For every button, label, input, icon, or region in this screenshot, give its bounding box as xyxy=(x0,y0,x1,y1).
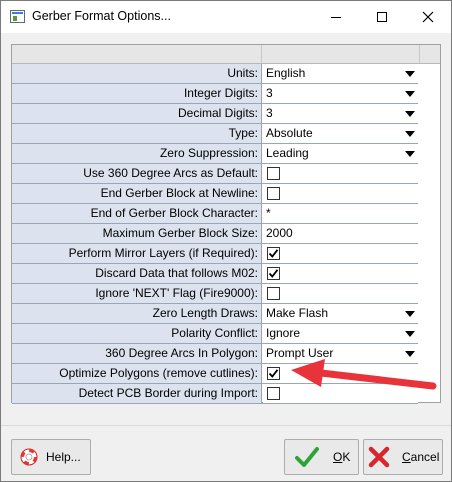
dialog-window: Gerber Format Options... Units: English In… xyxy=(0,0,452,482)
checkmark-icon xyxy=(268,249,279,258)
option-dropdown[interactable]: 3 xyxy=(263,104,418,123)
checkmark-icon xyxy=(268,269,279,278)
option-dropdown[interactable]: Make Flash xyxy=(263,304,418,323)
option-label: Use 360 Degree Arcs as Default: xyxy=(12,164,262,183)
option-label: Zero Suppression: xyxy=(12,144,262,163)
close-icon xyxy=(422,11,434,23)
option-checkbox-cell[interactable] xyxy=(263,264,418,283)
option-row: Integer Digits: 3 xyxy=(12,84,418,104)
red-x-icon xyxy=(368,446,390,468)
option-label: Zero Length Draws: xyxy=(12,304,262,323)
maximize-icon xyxy=(377,12,387,22)
option-dropdown-value: 3 xyxy=(266,86,273,100)
help-button-label: Help... xyxy=(46,450,81,464)
option-label: Integer Digits: xyxy=(12,84,262,103)
button-bar: Help... OK Cancel xyxy=(1,425,451,481)
checkmark-icon xyxy=(268,369,279,378)
option-label: 360 Degree Arcs In Polygon: xyxy=(12,344,262,363)
lifebuoy-icon xyxy=(20,448,38,466)
window-title: Gerber Format Options... xyxy=(32,9,171,23)
dropdown-arrow-icon[interactable] xyxy=(405,71,415,77)
option-checkbox[interactable] xyxy=(267,367,280,380)
dropdown-arrow-icon[interactable] xyxy=(405,111,415,117)
option-dropdown-value: Make Flash xyxy=(266,306,329,320)
option-label: End Gerber Block at Newline: xyxy=(12,184,262,203)
option-checkbox-cell[interactable] xyxy=(263,164,418,183)
minimize-icon xyxy=(331,16,341,18)
option-row: Maximum Gerber Block Size: 2000 xyxy=(12,224,418,244)
option-dropdown-value: Absolute xyxy=(266,126,313,140)
dropdown-arrow-icon[interactable] xyxy=(405,311,415,317)
option-row: Polarity Conflict: Ignore xyxy=(12,324,418,344)
option-row: Discard Data that follows M02: xyxy=(12,264,418,284)
option-row: Type: Absolute xyxy=(12,124,418,144)
option-label: Type: xyxy=(12,124,262,143)
option-label: End of Gerber Block Character: xyxy=(12,204,262,223)
option-row: End of Gerber Block Character: * xyxy=(12,204,418,224)
option-text-field[interactable]: 2000 xyxy=(263,224,418,243)
option-label: Maximum Gerber Block Size: xyxy=(12,224,262,243)
option-dropdown[interactable]: Ignore xyxy=(263,324,418,343)
option-label: Detect PCB Border during Import: xyxy=(12,384,262,403)
option-dropdown-value: Leading xyxy=(266,146,309,160)
option-label: Perform Mirror Layers (if Required): xyxy=(12,244,262,263)
option-label: Units: xyxy=(12,64,262,83)
option-row: Zero Length Draws: Make Flash xyxy=(12,304,418,324)
option-row: Use 360 Degree Arcs as Default: xyxy=(12,164,418,184)
options-rows: Units: English Integer Digits: 3 Decimal Dig… xyxy=(12,64,418,404)
option-label: Polarity Conflict: xyxy=(12,324,262,343)
cancel-button-label: Cancel xyxy=(402,450,440,464)
option-label: Optimize Polygons (remove cutlines): xyxy=(12,364,262,383)
dropdown-arrow-icon[interactable] xyxy=(405,91,415,97)
option-label: Decimal Digits: xyxy=(12,104,262,123)
dropdown-arrow-icon[interactable] xyxy=(405,151,415,157)
option-dropdown-value: English xyxy=(266,66,306,80)
option-checkbox[interactable] xyxy=(267,187,280,200)
minimize-button[interactable] xyxy=(313,1,359,33)
dropdown-arrow-icon[interactable] xyxy=(405,331,415,337)
grid-header xyxy=(12,45,440,64)
option-checkbox-cell[interactable] xyxy=(263,244,418,263)
dropdown-arrow-icon[interactable] xyxy=(405,131,415,137)
green-checkmark-icon xyxy=(295,447,319,467)
option-dropdown[interactable]: English xyxy=(263,64,418,83)
option-row: Units: English xyxy=(12,64,418,84)
grid-header-name-column xyxy=(12,45,262,63)
ok-button[interactable]: OK xyxy=(284,439,359,475)
help-button[interactable]: Help... xyxy=(11,439,91,475)
option-dropdown[interactable]: Absolute xyxy=(263,124,418,143)
option-label: Discard Data that follows M02: xyxy=(12,264,262,283)
option-checkbox-cell[interactable] xyxy=(263,184,418,203)
ok-button-label: OK xyxy=(333,450,351,464)
option-label: Ignore 'NEXT' Flag (Fire9000): xyxy=(12,284,262,303)
option-checkbox[interactable] xyxy=(267,267,280,280)
option-checkbox[interactable] xyxy=(267,167,280,180)
option-row: Ignore 'NEXT' Flag (Fire9000): xyxy=(12,284,418,304)
option-row: Perform Mirror Layers (if Required): xyxy=(12,244,418,264)
app-window-icon xyxy=(10,10,25,23)
option-checkbox[interactable] xyxy=(267,247,280,260)
option-dropdown[interactable]: 3 xyxy=(263,84,418,103)
option-text-field[interactable]: * xyxy=(263,204,418,223)
option-row: Zero Suppression: Leading xyxy=(12,144,418,164)
cancel-button[interactable]: Cancel xyxy=(363,439,443,475)
maximize-button[interactable] xyxy=(359,1,405,33)
option-checkbox[interactable] xyxy=(267,287,280,300)
option-checkbox-cell[interactable] xyxy=(263,284,418,303)
option-text-value: 2000 xyxy=(266,226,293,240)
option-text-value: * xyxy=(266,206,271,220)
option-row: Decimal Digits: 3 xyxy=(12,104,418,124)
options-grid: Units: English Integer Digits: 3 Decimal Dig… xyxy=(11,44,441,404)
option-row: End Gerber Block at Newline: xyxy=(12,184,418,204)
close-button[interactable] xyxy=(405,1,451,33)
grid-empty-area xyxy=(418,64,440,402)
option-dropdown-value: Ignore xyxy=(266,326,301,340)
option-dropdown-value: 3 xyxy=(266,106,273,120)
annotation-red-arrow xyxy=(291,359,437,390)
option-checkbox[interactable] xyxy=(267,387,280,400)
option-dropdown[interactable]: Leading xyxy=(263,144,418,163)
grid-header-value-column xyxy=(262,45,420,63)
title-bar: Gerber Format Options... xyxy=(1,1,451,33)
